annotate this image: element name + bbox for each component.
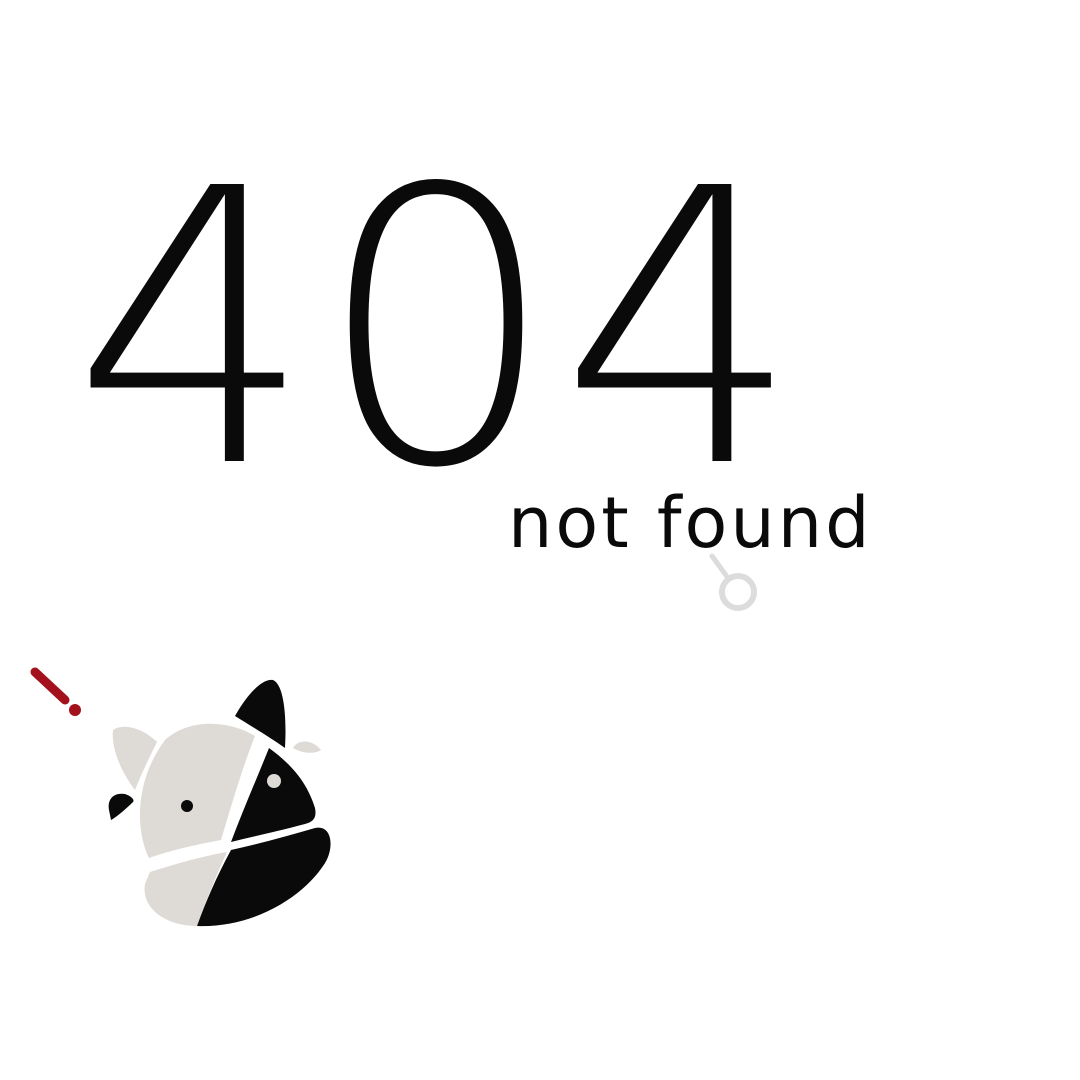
exclamation-icon (30, 667, 81, 716)
cow-head-icon (30, 667, 331, 927)
not-found-page: 404 not found (0, 0, 1080, 1080)
magnifier-icon (709, 553, 757, 611)
error-code: 404 (72, 108, 804, 551)
